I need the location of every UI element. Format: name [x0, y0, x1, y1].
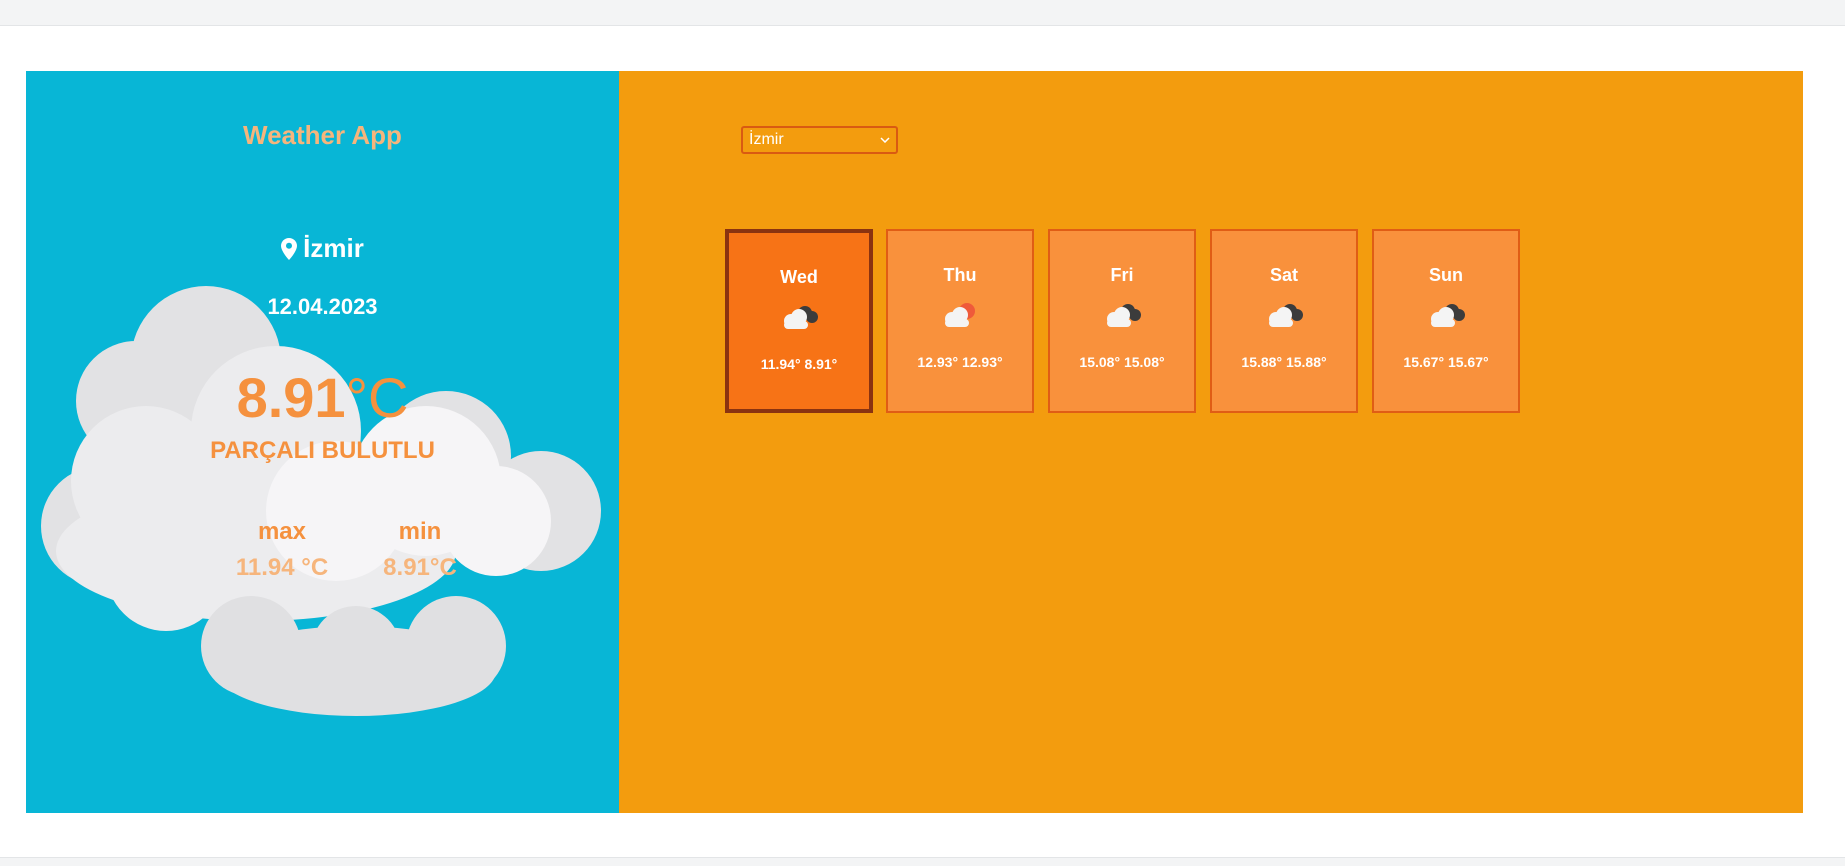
day-name: Sat: [1269, 265, 1298, 285]
day-temps: 15.88° 15.88°: [1241, 354, 1327, 370]
min-temp-block: min 8.91°C: [350, 518, 490, 582]
cloudy-sun-icon: [945, 303, 975, 327]
partly-cloudy-night-icon: [784, 306, 818, 329]
day-temps: 11.94° 8.91°: [760, 356, 838, 372]
day-temps: 15.08° 15.08°: [1079, 354, 1165, 370]
day-card-sun[interactable]: Sun 15.67° 15.67°: [1372, 229, 1520, 413]
city-select[interactable]: İzmir: [741, 126, 898, 154]
partly-cloudy-night-icon: [1107, 304, 1141, 327]
temperature-unit: °C: [345, 366, 409, 429]
partly-cloudy-night-icon: [1269, 304, 1303, 327]
current-temperature: 8.91°C: [26, 365, 619, 430]
weather-app: Weather App İzmir 12.04.2023 8.91°C PARÇ…: [26, 71, 1803, 813]
day-name: Wed: [780, 267, 818, 287]
app-title: Weather App: [243, 120, 402, 150]
day-name: Thu: [943, 265, 977, 285]
day-card-fri[interactable]: Fri 15.08° 15.08°: [1048, 229, 1196, 413]
max-value: 11.94 °C: [235, 554, 329, 581]
day-card-thu[interactable]: Thu 12.93° 12.93°: [886, 229, 1034, 413]
location-pin-icon: [281, 237, 298, 260]
max-temp-block: max 11.94 °C: [212, 518, 352, 582]
temperature-value: 8.91: [236, 366, 346, 429]
day-card-wed[interactable]: Wed 11.94° 8.91°: [725, 229, 873, 413]
day-name: Fri: [1110, 265, 1134, 285]
browser-top-bar: [0, 0, 1845, 26]
day-temps: 15.67° 15.67°: [1403, 354, 1489, 370]
weather-description: PARÇALI BULUTLU: [210, 437, 435, 464]
city-name: İzmir: [303, 233, 364, 263]
min-value: 8.91°C: [383, 554, 457, 581]
day-name: Sun: [1429, 265, 1463, 285]
day-temps: 12.93° 12.93°: [917, 354, 1003, 370]
day-card-sat[interactable]: Sat 15.88° 15.88°: [1210, 229, 1358, 413]
forecast-panel: İzmir Wed 11.94° 8.91° Thu 12.93° 12.93°…: [619, 71, 1803, 813]
max-label: max: [257, 518, 307, 545]
location: İzmir: [26, 233, 619, 264]
current-weather-panel: Weather App İzmir 12.04.2023 8.91°C PARÇ…: [26, 71, 619, 813]
current-date: 12.04.2023: [267, 294, 378, 319]
city-select-value: İzmir: [749, 131, 784, 148]
min-label: min: [398, 518, 442, 545]
partly-cloudy-night-icon: [1431, 304, 1465, 327]
chevron-down-icon: [880, 137, 890, 143]
